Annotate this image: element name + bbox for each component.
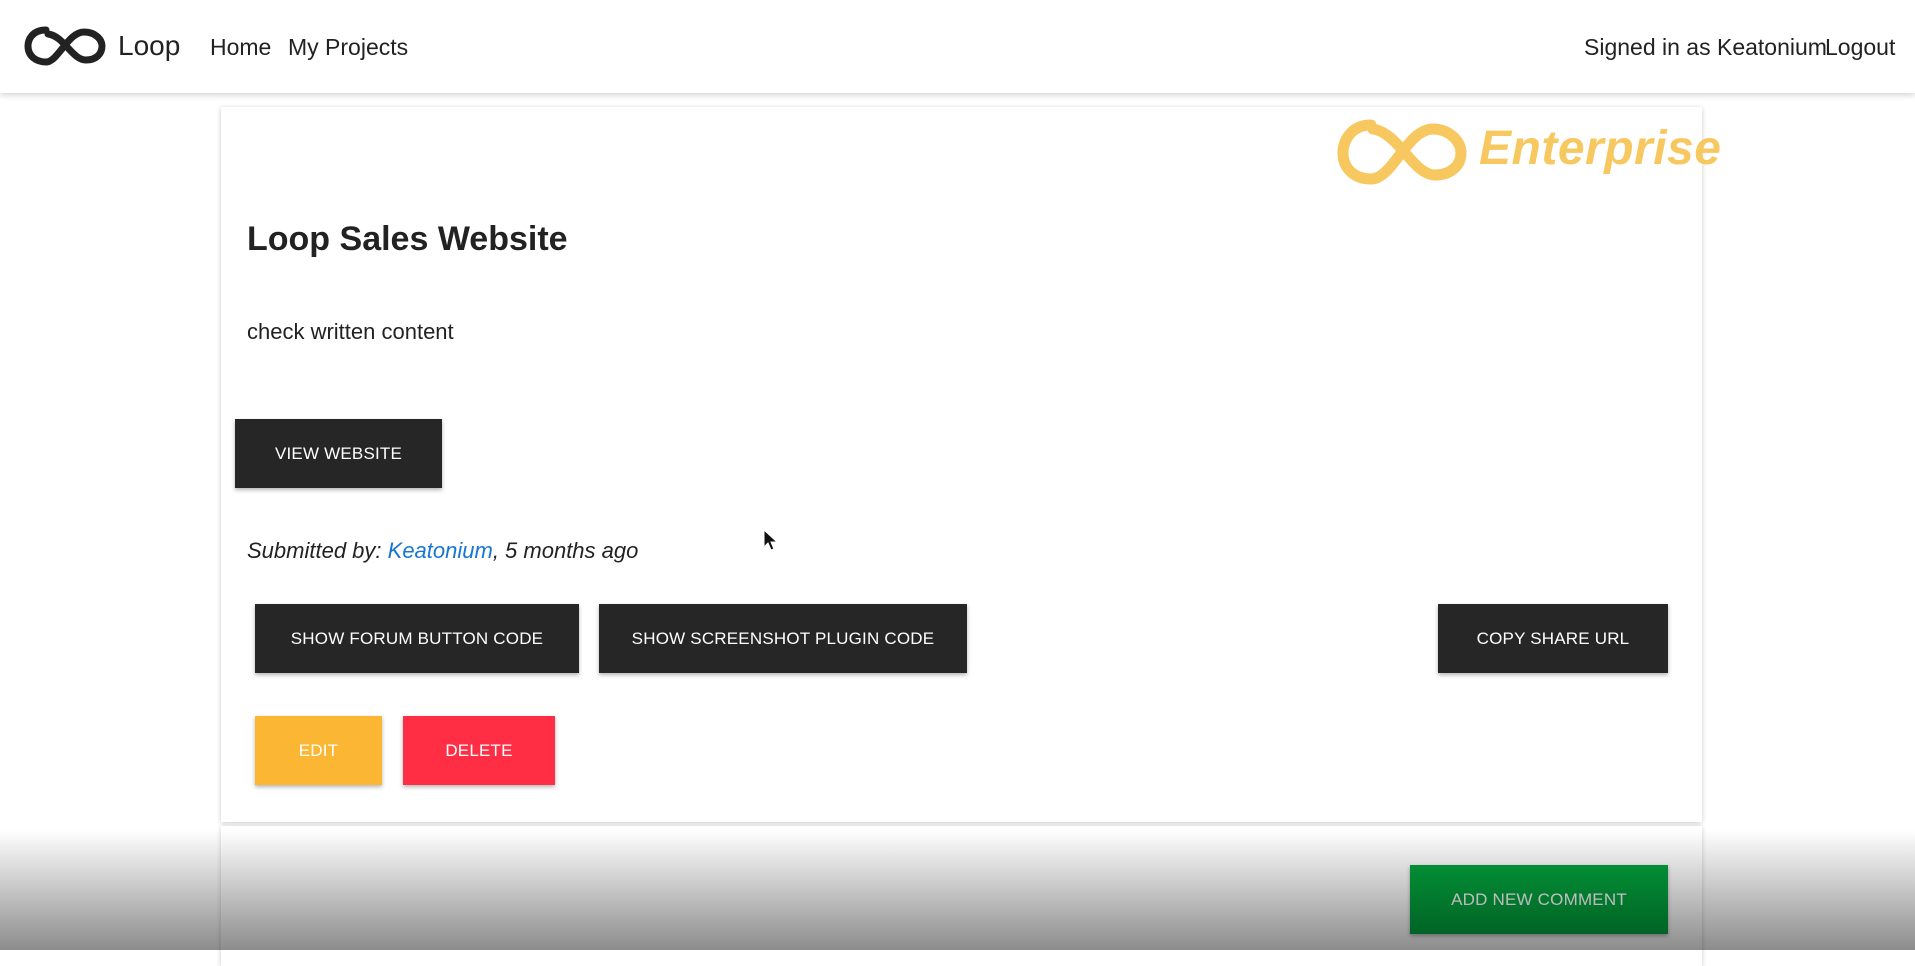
show-screenshot-plugin-code-button[interactable]: SHOW SCREENSHOT PLUGIN CODE [599, 604, 967, 673]
show-forum-button-code-button[interactable]: SHOW FORUM BUTTON CODE [255, 604, 579, 673]
enterprise-badge: Enterprise [1479, 122, 1722, 175]
submitted-by: Submitted by: Keatonium, 5 months ago [247, 538, 638, 564]
delete-button[interactable]: DELETE [403, 716, 555, 785]
view-website-button[interactable]: VIEW WEBSITE [235, 419, 442, 488]
copy-share-url-button[interactable]: COPY SHARE URL [1438, 604, 1668, 673]
edit-button[interactable]: EDIT [255, 716, 382, 785]
nav-home-link[interactable]: Home [210, 34, 271, 61]
logout-link[interactable]: Logout [1825, 34, 1895, 61]
submitted-time: , 5 months ago [492, 538, 639, 563]
nav-my-projects-link[interactable]: My Projects [288, 34, 408, 61]
project-title: Loop Sales Website [247, 220, 568, 258]
submitted-user-link[interactable]: Keatonium [388, 538, 493, 563]
project-card: Enterprise Loop Sales Website check writ… [221, 107, 1721, 822]
enterprise-loop-icon [1337, 119, 1467, 185]
project-description: check written content [247, 319, 454, 344]
brand-name[interactable]: Loop [118, 30, 180, 62]
comments-card: ADD NEW COMMENT [221, 826, 1702, 966]
loop-logo-icon[interactable] [24, 24, 106, 68]
submitted-label: Submitted by: [247, 538, 388, 563]
mouse-cursor-icon [763, 529, 779, 551]
top-navbar: Loop Home My Projects Signed in as Keato… [0, 0, 1915, 93]
add-new-comment-button[interactable]: ADD NEW COMMENT [1410, 865, 1668, 934]
signed-in-user[interactable]: Signed in as Keatonium [1584, 34, 1827, 61]
